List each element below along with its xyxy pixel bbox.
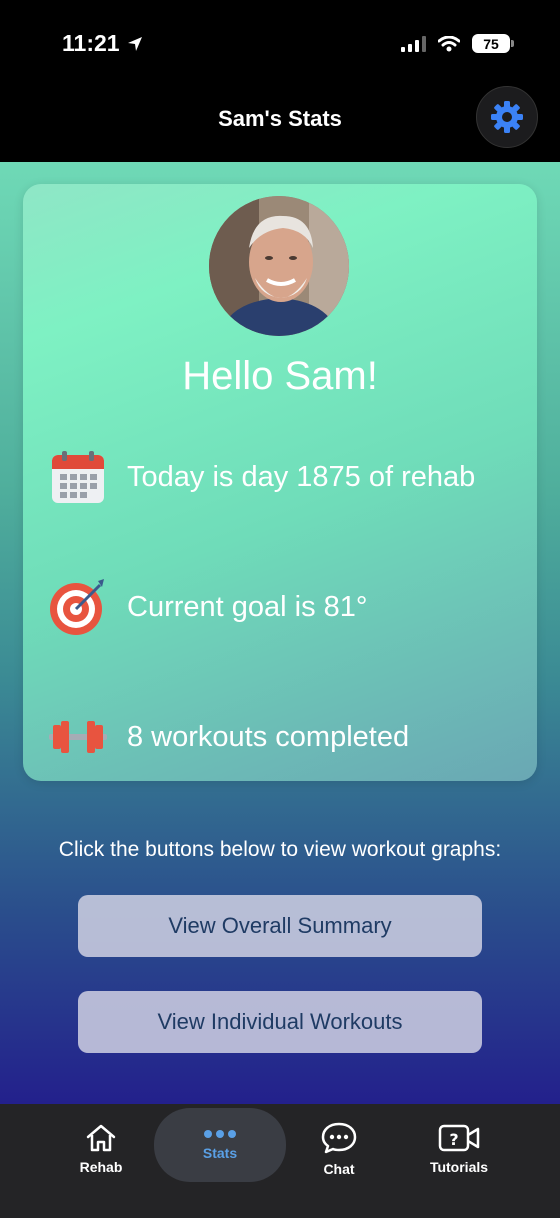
settings-button[interactable]: [476, 86, 538, 148]
stat-text: Today is day 1875 of rehab: [127, 460, 476, 493]
stat-text: 8 workouts completed: [127, 720, 410, 753]
view-individual-workouts-button[interactable]: View Individual Workouts: [78, 991, 482, 1053]
avatar: [209, 196, 349, 336]
status-time: 11:21: [62, 30, 144, 57]
app-header: Sam's Stats: [0, 86, 560, 162]
stat-text: Current goal is 81°: [127, 590, 368, 623]
battery-icon: 75: [472, 34, 514, 53]
stat-rehab-day: Today is day 1875 of rehab: [47, 446, 475, 508]
calendar-icon: [47, 446, 109, 508]
status-bar: 11:21 75: [0, 0, 560, 90]
battery-level: 75: [483, 35, 499, 52]
tab-stats[interactable]: Stats: [154, 1108, 286, 1182]
home-icon: [86, 1124, 116, 1152]
ellipsis-icon: [204, 1130, 236, 1138]
tab-label: Rehab: [79, 1159, 123, 1175]
target-icon: [47, 576, 109, 638]
greeting-text: Hello Sam!: [182, 354, 378, 398]
tab-label: Stats: [202, 1145, 238, 1161]
svg-text:?: ?: [449, 1130, 458, 1149]
status-indicators: 75: [401, 34, 514, 53]
tab-rehab[interactable]: Rehab: [41, 1104, 161, 1194]
gear-icon: [491, 101, 523, 133]
status-time-text: 11:21: [62, 30, 120, 56]
instructions-text: Click the buttons below to view workout …: [58, 838, 502, 861]
chat-bubble-icon: [321, 1122, 357, 1154]
video-help-icon: ?: [438, 1124, 480, 1152]
bottom-tab-bar: Rehab Stats Chat ? Tutorials: [0, 1104, 560, 1218]
cellular-signal-icon: [401, 35, 426, 52]
wifi-icon: [438, 35, 460, 51]
tab-label: Chat: [323, 1161, 355, 1177]
stat-current-goal: Current goal is 81°: [47, 576, 368, 638]
view-overall-summary-button[interactable]: View Overall Summary: [78, 895, 482, 957]
dumbbell-icon: [47, 706, 109, 768]
tab-chat[interactable]: Chat: [279, 1104, 399, 1194]
stat-workouts-completed: 8 workouts completed: [47, 706, 409, 768]
stats-screen: Hello Sam! Today is day 1875 of rehab Cu…: [0, 162, 560, 1104]
tab-tutorials[interactable]: ? Tutorials: [399, 1104, 519, 1194]
profile-card: Hello Sam! Today is day 1875 of rehab Cu…: [23, 184, 537, 781]
location-arrow-icon: [127, 36, 142, 51]
tab-label: Tutorials: [429, 1159, 489, 1175]
